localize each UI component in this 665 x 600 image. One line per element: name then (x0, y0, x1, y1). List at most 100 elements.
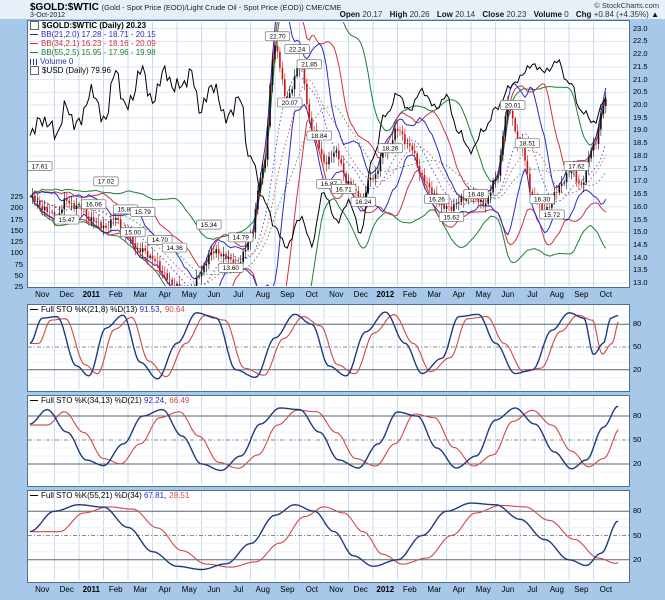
stoch-axis-label: 20 (633, 460, 641, 468)
price-axis-label: 18.0 (633, 152, 648, 160)
price-axis-label: 16.5 (633, 190, 648, 198)
stoch3-canvas (28, 491, 629, 580)
price-axis-label: 21.5 (633, 63, 648, 71)
price-annotation: 15.00 (121, 228, 146, 237)
price-axis-label: 20.0 (633, 101, 648, 109)
stoch-axis-label: 50 (633, 436, 641, 444)
svg-text:16.24: 16.24 (355, 199, 372, 206)
stoch1-line-icon (30, 309, 38, 310)
stockcharts-page: $GOLD:$WTIC (Gold - Spot Price (EOD)/Lig… (0, 0, 665, 600)
price-axis-label: 18.5 (633, 139, 648, 147)
stoch2-line-icon (30, 400, 38, 401)
price-annotation: 15.62 (439, 213, 464, 222)
price-axis-label: 20.5 (633, 88, 648, 96)
svg-text:20.01: 20.01 (505, 102, 522, 109)
chart-header: $GOLD:$WTIC (Gold - Spot Price (EOD)/Lig… (0, 0, 665, 19)
bb21-line-icon (30, 34, 38, 35)
svg-text:22.24: 22.24 (289, 46, 306, 53)
usd-overlay-icon (30, 66, 39, 75)
price-annotation: 16.26 (425, 195, 450, 204)
price-annotation: 14.79 (228, 233, 253, 242)
stoch1-label: Full STO %K(21,8) %D(13) (41, 305, 137, 314)
svg-text:15.00: 15.00 (125, 230, 142, 237)
price-axis-label: 19.0 (633, 126, 648, 134)
stoch-axis-label: 20 (633, 366, 641, 374)
volume-axis-label: 150 (3, 227, 23, 235)
stoch-axis-label: 50 (633, 343, 641, 351)
chart-title: $GOLD:$WTIC (Gold - Spot Price (EOD)/Lig… (30, 2, 341, 13)
svg-text:16.48: 16.48 (468, 191, 485, 198)
bb34-line-icon (30, 43, 38, 44)
price-annotation: 22.70 (265, 32, 290, 41)
stoch2-legend: Full STO %K(34,13) %D(21) 92.2466.49 (30, 396, 189, 405)
price-annotation: 20.07 (277, 98, 302, 107)
stoch3-legend: Full STO %K(55,21) %D(34) 67.8128.51 (30, 491, 189, 500)
quote-line: Open 20.17 High 20.26 Low 20.14 Close 20… (335, 10, 659, 19)
volume-axis-label: 125 (3, 238, 23, 246)
low-label: Low (437, 10, 453, 19)
price-axis-label: 22.5 (633, 37, 648, 45)
close-value: 20.23 (506, 10, 526, 19)
high-label: High (390, 10, 408, 19)
svg-text:14.36: 14.36 (166, 245, 183, 252)
stoch-axis-label: 80 (633, 412, 641, 420)
price-annotation: 16.24 (351, 197, 376, 206)
price-axis-label: 21.0 (633, 76, 648, 84)
volume-bars-icon (30, 59, 37, 65)
volume-axis-label: 50 (3, 272, 23, 280)
month-axis-label: Oct (589, 291, 623, 299)
price-annotation: 17.02 (94, 177, 119, 186)
svg-text:15.62: 15.62 (443, 214, 460, 221)
bb55-line-icon (30, 52, 38, 53)
stoch-panel-2 (27, 395, 630, 487)
stoch-panel-3 (27, 490, 630, 583)
price-axis-label: 16.0 (633, 203, 648, 211)
stoch3-k-value: 67.81 (144, 491, 166, 500)
stoch3-line-icon (30, 495, 38, 496)
price-axis-label: 15.5 (633, 216, 648, 224)
svg-text:21.85: 21.85 (301, 62, 318, 69)
volume-label: Volume (534, 10, 562, 19)
price-axis-label: 15.0 (633, 228, 648, 236)
high-value: 20.26 (410, 10, 430, 19)
price-annotation: 16.06 (81, 200, 106, 209)
stoch2-label: Full STO %K(34,13) %D(21) (41, 396, 142, 405)
svg-text:15.47: 15.47 (59, 217, 76, 224)
chg-value: +0.84 (+4.35%) (594, 10, 649, 19)
chart-date: 3-Oct-2012 (30, 12, 65, 19)
legend-volume: Volume 0 (40, 57, 73, 66)
volume-axis-label: 75 (3, 261, 23, 269)
price-axis-label: 17.5 (633, 165, 648, 173)
svg-text:18.84: 18.84 (311, 133, 328, 140)
price-annotation: 16.71 (331, 185, 356, 194)
svg-text:16.71: 16.71 (336, 186, 353, 193)
svg-text:17.02: 17.02 (98, 179, 115, 186)
price-axis-label: 13.5 (633, 266, 648, 274)
price-axis-label: 17.0 (633, 177, 648, 185)
price-annotation: 15.47 (55, 215, 79, 224)
price-annotation: 17.62 (564, 162, 589, 171)
price-annotation: 18.26 (378, 144, 403, 153)
price-annotation: 15.79 (130, 207, 155, 216)
chg-up-arrow-icon: ▲ (651, 10, 659, 19)
open-label: Open (340, 10, 360, 19)
svg-text:16.26: 16.26 (429, 196, 446, 203)
price-annotation: 16.30 (530, 195, 555, 204)
price-annotation: 18.51 (515, 139, 540, 148)
stoch-axis-label: 20 (633, 556, 641, 564)
open-value: 20.17 (362, 10, 382, 19)
stoch3-d-value: 28.51 (169, 491, 189, 500)
svg-text:14.79: 14.79 (233, 235, 250, 242)
volume-axis-label: 100 (3, 249, 23, 257)
price-axis-label: 14.0 (633, 254, 648, 262)
stoch2-canvas (28, 396, 629, 484)
stoch1-legend: Full STO %K(21,8) %D(13) 91.5390.64 (30, 305, 185, 314)
stoch1-k-value: 91.53 (140, 305, 162, 314)
price-axis-label: 22.0 (633, 50, 648, 58)
svg-text:18.26: 18.26 (382, 146, 399, 153)
candlestick-chart-icon (30, 21, 39, 30)
svg-text:16.30: 16.30 (534, 196, 551, 203)
price-annotation: 15.34 (197, 220, 222, 229)
svg-text:16.06: 16.06 (86, 202, 103, 209)
stoch1-d-value: 90.64 (165, 305, 185, 314)
